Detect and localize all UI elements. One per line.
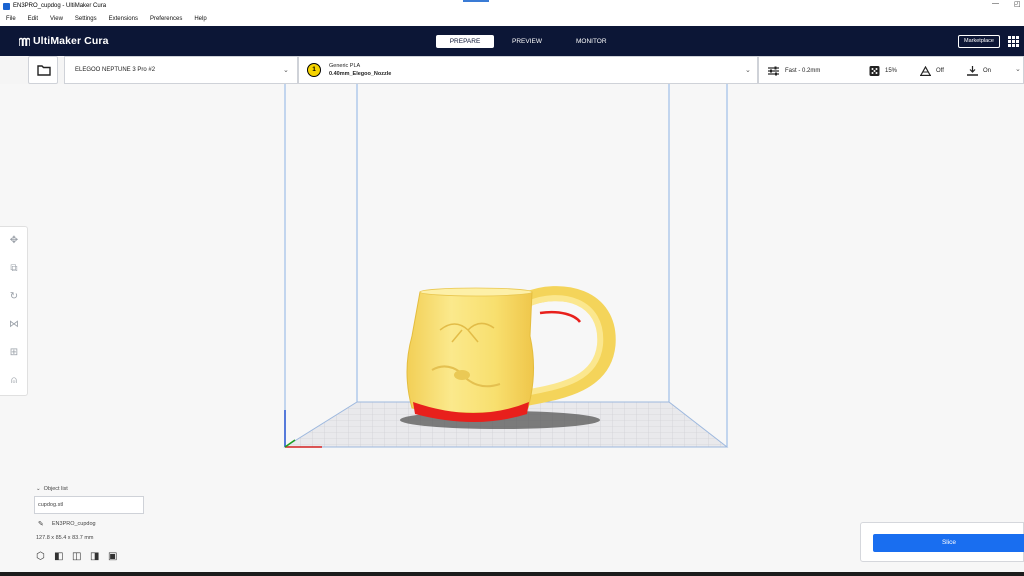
pencil-icon[interactable]: ✎	[38, 520, 44, 528]
chevron-down-icon: ⌄	[36, 486, 44, 492]
support-blocker-icon[interactable]: ⍝	[8, 375, 20, 387]
profile-setting[interactable]: Fast - 0.2mm	[767, 66, 820, 76]
object-dimensions: 127.8 x 85.4 x 83.7 mm	[36, 535, 94, 541]
chevron-down-icon: ⌄	[1015, 66, 1021, 73]
slice-button[interactable]: Slice	[873, 534, 1024, 552]
object-list-toggle[interactable]: ⌄ Object list	[36, 486, 68, 492]
3d-view-icon[interactable]: ⬡	[36, 551, 47, 562]
infill-value: 15%	[885, 68, 898, 74]
support-value: Off	[936, 68, 944, 74]
app-name: UltiMaker Cura	[33, 35, 109, 47]
ultimaker-logo: UltiMaker Cura	[19, 35, 109, 47]
support-setting[interactable]: Off	[920, 66, 944, 76]
taskbar-edge	[0, 572, 1024, 576]
menu-file[interactable]: File	[6, 16, 16, 22]
marketplace-button[interactable]: Marketplace	[958, 35, 1000, 48]
build-volume-scene	[283, 84, 729, 448]
cura-window: EN3PRO_cupdog - UltiMaker Cura — ◰ File …	[0, 0, 1024, 576]
ultimaker-logo-icon	[19, 37, 30, 46]
3d-viewport[interactable]	[0, 84, 1024, 572]
infill-icon	[869, 66, 880, 76]
chevron-down-icon: ⌄	[745, 67, 751, 74]
menu-view[interactable]: View	[50, 16, 63, 22]
rotate-tool-icon[interactable]: ↻	[8, 291, 20, 303]
window-title-bar: EN3PRO_cupdog - UltiMaker Cura — ◰	[0, 0, 1024, 12]
cura-app-icon	[3, 2, 10, 10]
support-icon	[920, 66, 931, 76]
mug-model	[406, 287, 535, 422]
material-name: Generic PLA	[329, 63, 361, 69]
app-header: UltiMaker Cura PREPARE PREVIEW MONITOR M…	[0, 26, 1024, 56]
mirror-tool-icon[interactable]: ⋈	[8, 319, 20, 331]
restore-button[interactable]: ◰	[1014, 0, 1021, 8]
menu-extensions[interactable]: Extensions	[109, 16, 138, 22]
minimize-button[interactable]: —	[992, 0, 999, 7]
title-bar-highlight	[463, 0, 489, 2]
object-name-row: ✎ EN3PRO_cupdog	[38, 520, 96, 528]
adhesion-value: On	[983, 68, 992, 74]
adhesion-setting[interactable]: On	[967, 66, 991, 76]
action-panel: Slice	[860, 522, 1024, 562]
menu-bar: File Edit View Settings Extensions Prefe…	[0, 12, 1024, 26]
right-view-icon[interactable]: ▣	[108, 551, 119, 562]
object-name: EN3PRO_cupdog	[51, 521, 96, 527]
window-title: EN3PRO_cupdog - UltiMaker Cura	[13, 3, 107, 9]
infill-setting[interactable]: 15%	[869, 66, 897, 76]
scale-tool-icon[interactable]: ⧉	[8, 263, 20, 275]
stage-tabs: PREPARE PREVIEW MONITOR	[436, 35, 621, 48]
left-view-icon[interactable]: ◨	[90, 551, 101, 562]
material-selector[interactable]: 1 Generic PLA 0.40mm_Elegoo_Nozzle ⌄	[298, 56, 758, 84]
mug-handle	[517, 286, 616, 406]
per-model-settings-icon[interactable]: ⊞	[8, 347, 20, 359]
object-list-label: Object list	[43, 486, 68, 492]
menu-settings[interactable]: Settings	[75, 16, 97, 22]
adhesion-icon	[967, 66, 978, 76]
top-view-icon[interactable]: ◫	[72, 551, 83, 562]
menu-help[interactable]: Help	[194, 16, 206, 22]
move-tool-icon[interactable]: ✥	[8, 235, 20, 247]
folder-icon	[37, 65, 51, 76]
sliders-icon	[768, 66, 779, 76]
front-view-icon[interactable]: ◧	[54, 551, 65, 562]
menu-preferences[interactable]: Preferences	[150, 16, 182, 22]
tab-monitor[interactable]: MONITOR	[556, 35, 621, 48]
open-file-button[interactable]	[28, 56, 58, 84]
profile-label: Fast - 0.2mm	[785, 68, 821, 74]
tab-prepare[interactable]: PREPARE	[436, 35, 494, 48]
print-settings-selector[interactable]: Fast - 0.2mm 15% Off On ⌄	[758, 56, 1024, 84]
nozzle-name: 0.40mm_Elegoo_Nozzle	[329, 71, 392, 77]
camera-view-buttons: ⬡ ◧ ◫ ◨ ▣	[36, 551, 126, 562]
tool-panel: ✥ ⧉ ↻ ⋈ ⊞ ⍝	[0, 226, 28, 396]
extruder-badge: 1	[307, 63, 321, 77]
printer-selector[interactable]: ELEGOO NEPTUNE 3 Pro #2 ⌄	[64, 56, 298, 84]
apps-grid-icon[interactable]	[1008, 36, 1019, 47]
menu-edit[interactable]: Edit	[28, 16, 38, 22]
printer-name: ELEGOO NEPTUNE 3 Pro #2	[75, 67, 156, 73]
object-list-item[interactable]: cupdog.stl	[34, 496, 144, 514]
chevron-down-icon: ⌄	[283, 67, 289, 74]
tab-preview[interactable]: PREVIEW	[494, 35, 556, 48]
